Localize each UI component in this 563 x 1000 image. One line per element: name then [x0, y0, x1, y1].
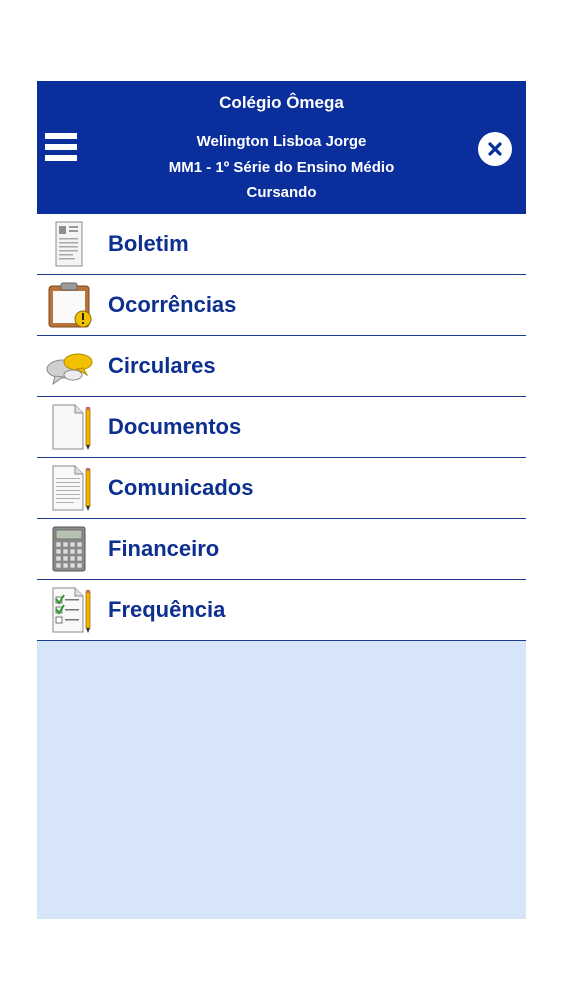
enrollment-status: Cursando — [246, 184, 317, 201]
menu-item-label: Comunicados — [108, 475, 254, 500]
menu-item-ocorrencias[interactable]: Ocorrências — [37, 275, 526, 336]
menu-item-label: Financeiro — [108, 536, 220, 561]
menu-item-financeiro[interactable]: Financeiro — [37, 519, 526, 580]
lined-document-pencil-icon — [52, 465, 91, 511]
app-header: Colégio Ômega Welington Lisboa Jorge MM1… — [37, 81, 526, 214]
menu-item-frequencia[interactable]: Frequência — [37, 580, 526, 641]
class-info: MM1 - 1º Série do Ensino Médio — [168, 159, 395, 176]
clipboard-warning-icon — [48, 282, 92, 328]
menu-item-label: Frequência — [108, 597, 226, 622]
menu-item-label: Circulares — [108, 353, 216, 378]
app-screen: Colégio Ômega Welington Lisboa Jorge MM1… — [37, 81, 526, 919]
menu-item-comunicados[interactable]: Comunicados — [37, 458, 526, 519]
student-name: Welington Lisboa Jorge — [196, 133, 367, 150]
menu-item-label: Documentos — [108, 414, 242, 439]
calculator-icon — [52, 526, 86, 572]
close-button[interactable] — [478, 132, 512, 166]
main-menu: Boletim Ocorrências Circulares Documento… — [37, 214, 526, 641]
menu-item-circulares[interactable]: Circulares — [37, 336, 526, 397]
close-icon — [488, 142, 502, 156]
menu-item-boletim[interactable]: Boletim — [37, 214, 526, 275]
menu-item-label: Ocorrências — [108, 292, 237, 317]
report-card-icon — [55, 221, 83, 267]
speech-bubbles-icon — [46, 353, 93, 386]
menu-item-documentos[interactable]: Documentos — [37, 397, 526, 458]
menu-item-label: Boletim — [108, 231, 189, 256]
document-pencil-icon — [52, 404, 91, 450]
checklist-icon — [52, 587, 91, 633]
school-name: Colégio Ômega — [219, 93, 344, 112]
